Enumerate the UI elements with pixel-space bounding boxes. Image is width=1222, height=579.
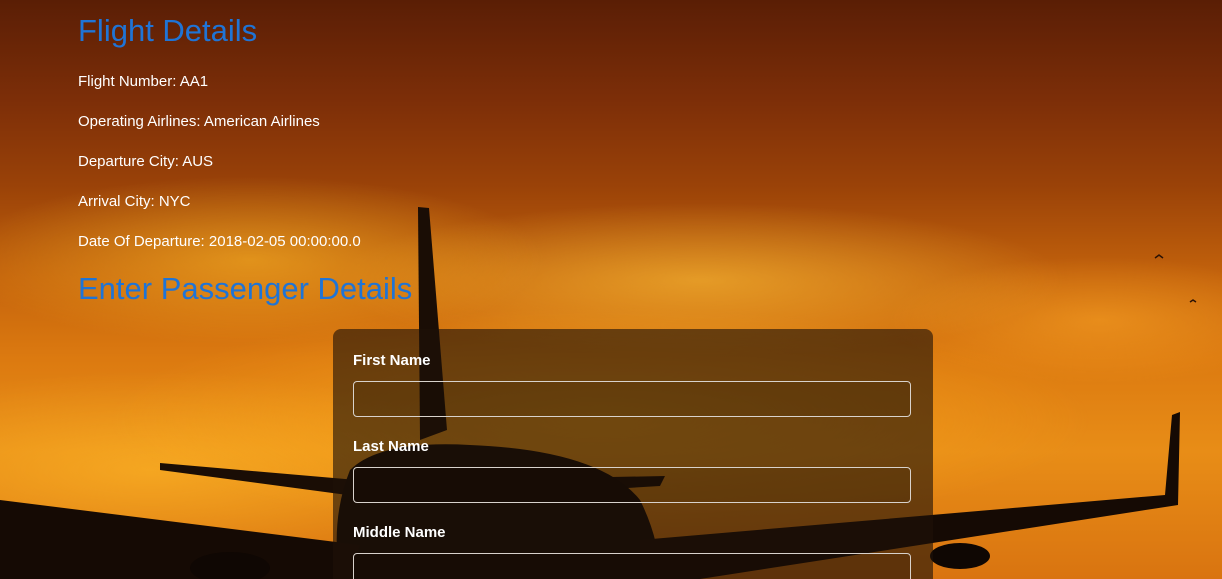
- middle-name-label: Middle Name: [353, 524, 446, 541]
- passenger-form: First Name Last Name Middle Name: [333, 329, 933, 579]
- last-name-label: Last Name: [353, 438, 429, 455]
- middle-name-input[interactable]: [353, 553, 911, 579]
- arrival-city-text: Arrival City: NYC: [78, 193, 191, 210]
- last-name-input[interactable]: [353, 467, 911, 503]
- first-name-label: First Name: [353, 352, 431, 369]
- operating-airlines-text: Operating Airlines: American Airlines: [78, 113, 320, 130]
- flight-details-title: Flight Details: [78, 13, 258, 48]
- departure-city-text: Departure City: AUS: [78, 153, 214, 170]
- date-of-departure-text: Date Of Departure: 2018-02-05 00:00:00.0: [78, 233, 361, 250]
- passenger-details-title: Enter Passenger Details: [78, 271, 413, 306]
- first-name-input[interactable]: [353, 381, 911, 417]
- flight-number-text: Flight Number: AA1: [78, 73, 209, 90]
